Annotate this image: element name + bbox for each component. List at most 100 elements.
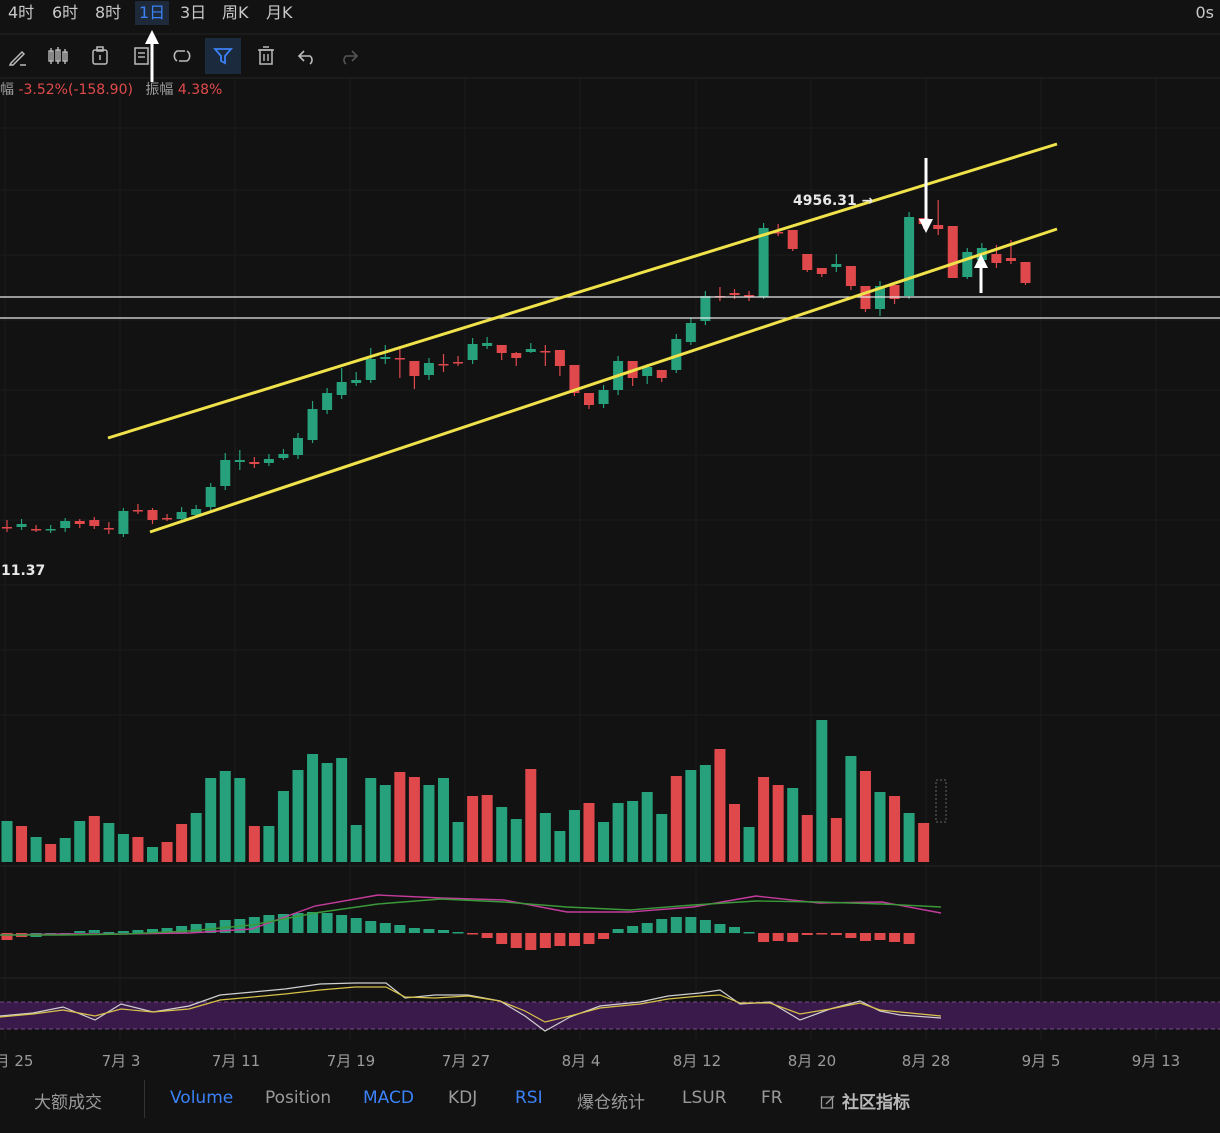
timeframe-6h[interactable]: 6时 <box>52 1 78 25</box>
candle <box>307 409 318 440</box>
macd-histogram-bar <box>365 921 377 933</box>
volume-bar <box>656 814 668 862</box>
timeframe-4h[interactable]: 4时 <box>8 1 34 25</box>
volume-bar <box>117 834 129 862</box>
x-axis-tick-label: 8月 28 <box>902 1052 950 1070</box>
macd-histogram-bar <box>685 917 697 933</box>
volume-bar <box>263 826 275 862</box>
x-axis-tick-label: 月 25 <box>0 1052 33 1070</box>
timeframe-3d[interactable]: 3日 <box>180 1 206 25</box>
candle <box>278 454 289 458</box>
volume-bar <box>307 754 319 862</box>
volume-bar <box>248 826 260 862</box>
tab-large-trades[interactable]: 大额成交 <box>34 1088 102 1113</box>
volume-bar-forming <box>935 779 947 823</box>
timeframe-bar: 4时 6时 8时 1日 3日 周K 月K 0s <box>0 0 1220 26</box>
volume-bar <box>30 837 42 862</box>
candle <box>947 226 958 278</box>
volume-bar <box>568 810 580 862</box>
candle <box>584 393 594 405</box>
macd-histogram-bar <box>874 933 886 940</box>
tab-volume[interactable]: Volume <box>170 1088 233 1108</box>
macd-histogram-bar <box>438 930 449 933</box>
volume-bar <box>88 816 100 862</box>
volume-bar <box>627 801 639 862</box>
candle <box>802 254 813 270</box>
macd-histogram-bar <box>307 912 319 933</box>
candle <box>31 529 42 531</box>
filter-icon[interactable] <box>205 38 241 74</box>
macd-histogram-bar <box>583 933 595 944</box>
magnet-icon[interactable] <box>164 38 200 74</box>
change-value: -3.52%(-158.90) <box>18 82 133 98</box>
macd-histogram-bar <box>656 919 668 933</box>
tab-kdj[interactable]: KDJ <box>448 1088 477 1108</box>
timeframe-month[interactable]: 月K <box>266 1 293 25</box>
tab-position[interactable]: Position <box>265 1088 331 1108</box>
undo-icon[interactable] <box>289 38 325 74</box>
candle <box>904 217 915 296</box>
macd-histogram-bar <box>510 933 522 948</box>
macd-histogram-bar <box>830 933 842 935</box>
x-axis-tick-label: 8月 4 <box>562 1052 601 1070</box>
tab-macd[interactable]: MACD <box>363 1088 414 1108</box>
candle <box>263 459 274 463</box>
note-icon[interactable] <box>124 38 160 74</box>
candle <box>1020 262 1031 283</box>
volume-bar <box>787 788 799 862</box>
volume-bar <box>45 844 57 862</box>
macd-histogram-bar <box>699 920 711 933</box>
candlestick-settings-icon[interactable] <box>40 38 76 74</box>
timeframe-8h[interactable]: 8时 <box>95 1 121 25</box>
x-axis-tick-label: 7月 3 <box>102 1052 141 1070</box>
volume-bar <box>743 827 755 862</box>
macd-histogram-bar <box>554 933 566 946</box>
tab-liquidation-stats[interactable]: 爆仓统计 <box>577 1088 645 1113</box>
volume-bar <box>234 778 246 862</box>
volume-bar <box>176 824 188 862</box>
volume-bar <box>74 821 86 862</box>
volume-bar <box>801 815 813 862</box>
candle <box>220 460 231 486</box>
candle <box>1005 258 1016 261</box>
volume-bar <box>190 813 202 862</box>
trash-icon[interactable] <box>248 38 284 74</box>
tab-community-indicators[interactable]: 社区指标 <box>820 1088 910 1113</box>
clipboard-icon[interactable] <box>82 38 118 74</box>
amplitude-value: 4.38% <box>177 82 223 98</box>
candle <box>322 393 333 410</box>
macd-histogram-bar <box>670 917 682 933</box>
tab-rsi[interactable]: RSI <box>515 1088 543 1108</box>
candle <box>525 349 536 352</box>
x-axis-tick-label: 9月 13 <box>1132 1052 1180 1070</box>
candle <box>162 518 173 520</box>
x-axis-tick-label: 8月 20 <box>788 1052 836 1070</box>
candle <box>482 343 493 346</box>
candle <box>394 358 405 360</box>
macd-histogram-bar <box>525 933 537 950</box>
candle <box>74 521 85 524</box>
volume-bar <box>685 770 697 862</box>
low-price-label: 11.37 <box>1 563 45 579</box>
macd-histogram-bar <box>903 933 915 944</box>
channel-line-upper <box>107 142 1058 440</box>
timeframe-1d[interactable]: 1日 <box>135 1 170 25</box>
pencil-icon[interactable] <box>0 38 36 74</box>
macd-histogram-bar <box>88 930 100 933</box>
price-chart[interactable]: 4956.31 → 11.37 月 25 7月 3 7月 11 7月 19 7月 27 8月 … <box>0 0 1220 1080</box>
candle <box>729 293 740 295</box>
macd-histogram-bar <box>481 933 493 938</box>
macd-histogram-bar <box>859 933 871 941</box>
tab-lsur[interactable]: LSUR <box>682 1088 727 1108</box>
candle <box>845 266 856 286</box>
volume-bar <box>336 758 348 862</box>
macd-histogram-bar <box>845 933 857 938</box>
macd-histogram-bar <box>423 929 435 933</box>
volume-bar <box>219 771 231 862</box>
candle <box>700 296 711 321</box>
tab-fr[interactable]: FR <box>761 1088 783 1108</box>
volume-bar <box>510 819 522 862</box>
candle <box>205 487 216 507</box>
candle <box>89 520 100 526</box>
timeframe-week[interactable]: 周K <box>222 1 249 25</box>
